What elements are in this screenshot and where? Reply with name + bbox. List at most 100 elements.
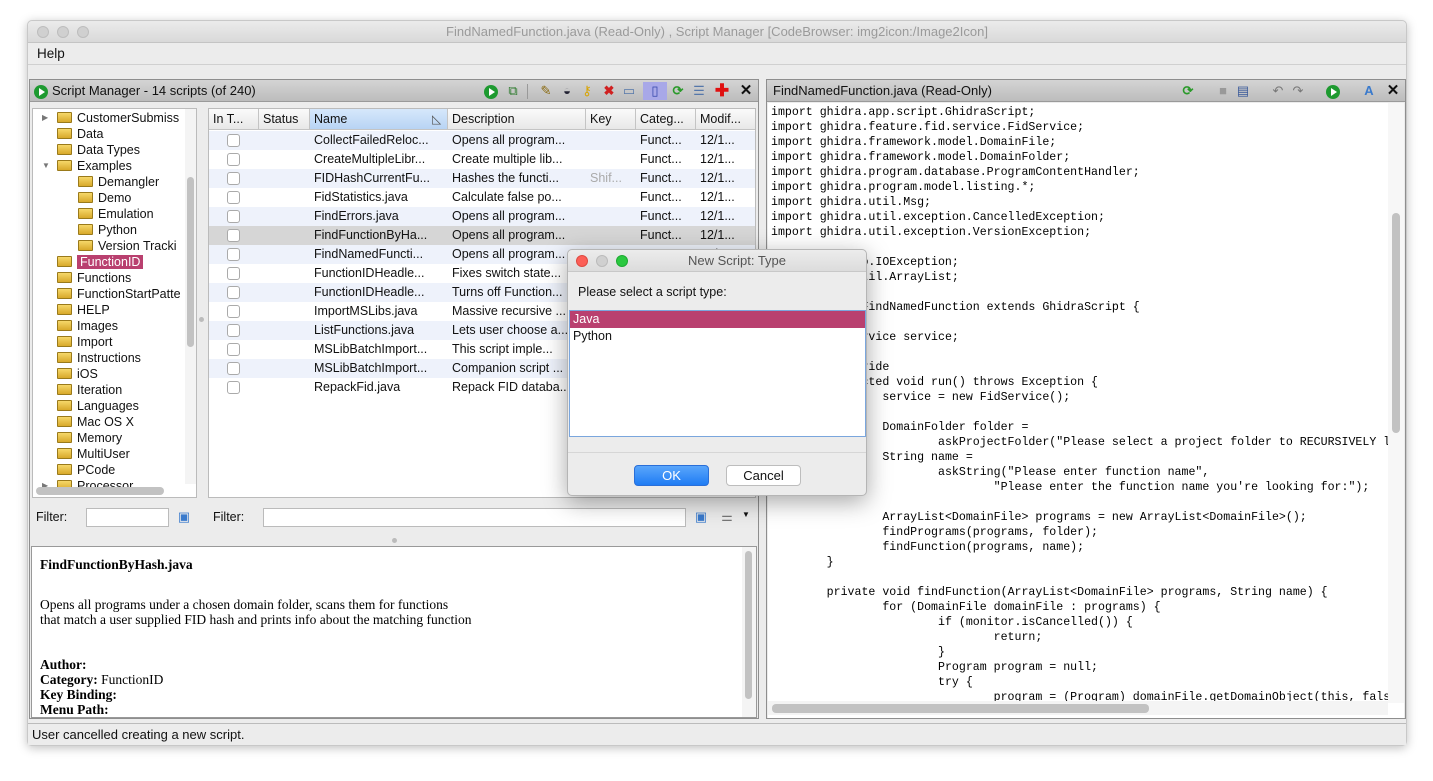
- description-scrollbar[interactable]: [745, 551, 752, 699]
- in-toolbar-checkbox[interactable]: [227, 229, 240, 242]
- column-header[interactable]: Key: [586, 109, 636, 130]
- column-header[interactable]: In T...: [209, 109, 259, 130]
- tree-filter-input[interactable]: [86, 508, 169, 527]
- tree-item[interactable]: Emulation: [33, 206, 193, 222]
- table-row[interactable]: CreateMultipleLibr... Create multiple lib…: [209, 150, 755, 169]
- tree-item[interactable]: FunctionStartPatte: [33, 286, 193, 302]
- refresh-icon[interactable]: ⟳: [669, 82, 687, 100]
- tree-item[interactable]: Instructions: [33, 350, 193, 366]
- edit-script-icon[interactable]: ✎: [537, 82, 555, 100]
- menu-help[interactable]: Help: [37, 46, 65, 61]
- table-row[interactable]: FidStatistics.java Calculate false po... F…: [209, 188, 755, 207]
- new-script-icon[interactable]: ▯: [643, 82, 667, 100]
- tree-item[interactable]: ▼ Examples: [33, 158, 193, 174]
- column-header[interactable]: Modif...: [696, 109, 755, 130]
- undo-icon[interactable]: ↶: [1269, 82, 1287, 100]
- cancel-button[interactable]: Cancel: [726, 465, 801, 486]
- script-type-list[interactable]: Java Python: [569, 310, 866, 437]
- in-toolbar-checkbox[interactable]: [227, 267, 240, 280]
- dialog-zoom-button[interactable]: [616, 255, 628, 267]
- tree-item[interactable]: Data Types: [33, 142, 193, 158]
- tree-item[interactable]: Iteration: [33, 382, 193, 398]
- tree-item[interactable]: FunctionID: [33, 254, 193, 270]
- rename-icon[interactable]: ▭: [620, 82, 638, 100]
- refresh-icon[interactable]: ⟳: [1179, 82, 1197, 100]
- tree-item[interactable]: iOS: [33, 366, 193, 382]
- filter-options-icon[interactable]: ▣: [692, 508, 710, 526]
- tree-item[interactable]: Python: [33, 222, 193, 238]
- save-as-icon[interactable]: ▤: [1234, 82, 1252, 100]
- run-script-icon[interactable]: [1324, 82, 1342, 100]
- window-zoom-button[interactable]: [77, 26, 89, 38]
- tree-item[interactable]: Demangler: [33, 174, 193, 190]
- in-toolbar-checkbox[interactable]: [227, 381, 240, 394]
- table-row[interactable]: FindErrors.java Opens all program... Funct…: [209, 207, 755, 226]
- expand-arrow-icon[interactable]: ▼: [42, 158, 50, 174]
- dialog-close-button[interactable]: [576, 255, 588, 267]
- font-icon[interactable]: A: [1360, 82, 1378, 100]
- table-row[interactable]: CollectFailedReloc... Opens all program..…: [209, 131, 755, 150]
- in-toolbar-checkbox[interactable]: [227, 248, 240, 261]
- chevron-down-icon[interactable]: ▼: [742, 510, 750, 519]
- table-filter-input[interactable]: [263, 508, 686, 527]
- tree-item[interactable]: HELP: [33, 302, 193, 318]
- column-filter-icon[interactable]: ⚌: [718, 508, 736, 526]
- in-toolbar-checkbox[interactable]: [227, 191, 240, 204]
- in-toolbar-checkbox[interactable]: [227, 286, 240, 299]
- expand-arrow-icon[interactable]: ▶: [42, 110, 48, 126]
- tree-item[interactable]: Mac OS X: [33, 414, 193, 430]
- cell-desc: Opens all program...: [452, 209, 566, 223]
- tree-item[interactable]: Functions: [33, 270, 193, 286]
- tree-item[interactable]: Images: [33, 318, 193, 334]
- table-row[interactable]: FindFunctionByHa... Opens all program... F…: [209, 226, 755, 245]
- help-icon[interactable]: ✚: [713, 82, 731, 100]
- split-handle[interactable]: [199, 317, 204, 322]
- ok-button[interactable]: OK: [634, 465, 709, 486]
- column-header[interactable]: Status: [259, 109, 310, 130]
- cell-desc: Repack FID databa...: [452, 380, 571, 394]
- split-handle[interactable]: [392, 538, 397, 543]
- in-toolbar-checkbox[interactable]: [227, 210, 240, 223]
- redo-icon[interactable]: ↷: [1289, 82, 1307, 100]
- run-script-icon[interactable]: [482, 82, 500, 100]
- window-minimize-button[interactable]: [57, 26, 69, 38]
- list-item-java[interactable]: Java: [570, 311, 865, 328]
- column-header[interactable]: Categ...: [636, 109, 696, 130]
- tree-vertical-scrollbar[interactable]: [187, 177, 194, 347]
- tree-horizontal-scrollbar[interactable]: [36, 487, 164, 495]
- tree-item[interactable]: Demo: [33, 190, 193, 206]
- delete-script-icon[interactable]: ✖: [600, 82, 618, 100]
- in-toolbar-checkbox[interactable]: [227, 172, 240, 185]
- category-tree[interactable]: ▶ CustomerSubmiss Data Data Types ▼ Examples D…: [32, 108, 197, 498]
- tree-item[interactable]: PCode: [33, 462, 193, 478]
- in-toolbar-checkbox[interactable]: [227, 324, 240, 337]
- tree-item[interactable]: ▶ CustomerSubmiss: [33, 110, 193, 126]
- column-header[interactable]: Name: [310, 109, 448, 130]
- list-item-python[interactable]: Python: [570, 328, 865, 345]
- close-icon[interactable]: ✕: [1384, 82, 1402, 100]
- run-last-script-icon[interactable]: ⧉: [504, 82, 522, 100]
- in-toolbar-checkbox[interactable]: [227, 134, 240, 147]
- tree-item[interactable]: Import: [33, 334, 193, 350]
- key-binding-icon[interactable]: ⚷: [578, 82, 596, 100]
- in-toolbar-checkbox[interactable]: [227, 343, 240, 356]
- close-icon[interactable]: ✕: [737, 82, 755, 100]
- tree-item[interactable]: Data: [33, 126, 193, 142]
- tree-item[interactable]: Languages: [33, 398, 193, 414]
- in-toolbar-checkbox[interactable]: [227, 305, 240, 318]
- tree-item[interactable]: Memory: [33, 430, 193, 446]
- column-header[interactable]: Description: [448, 109, 586, 130]
- tree-item[interactable]: Version Tracki: [33, 238, 193, 254]
- folder-icon: [57, 320, 72, 331]
- window-close-button[interactable]: [37, 26, 49, 38]
- tree-item[interactable]: MultiUser: [33, 446, 193, 462]
- filter-options-icon[interactable]: ▣: [175, 508, 193, 526]
- editor-vertical-scrollbar[interactable]: [1392, 213, 1400, 433]
- in-toolbar-checkbox[interactable]: [227, 153, 240, 166]
- in-toolbar-checkbox[interactable]: [227, 362, 240, 375]
- save-icon[interactable]: ■: [1214, 82, 1232, 100]
- editor-horizontal-scrollbar[interactable]: [772, 704, 1149, 713]
- edit-eclipse-icon[interactable]: ◒: [558, 82, 576, 100]
- script-directories-icon[interactable]: ☰: [690, 82, 708, 100]
- table-row[interactable]: FIDHashCurrentFu... Hashes the functi... S…: [209, 169, 755, 188]
